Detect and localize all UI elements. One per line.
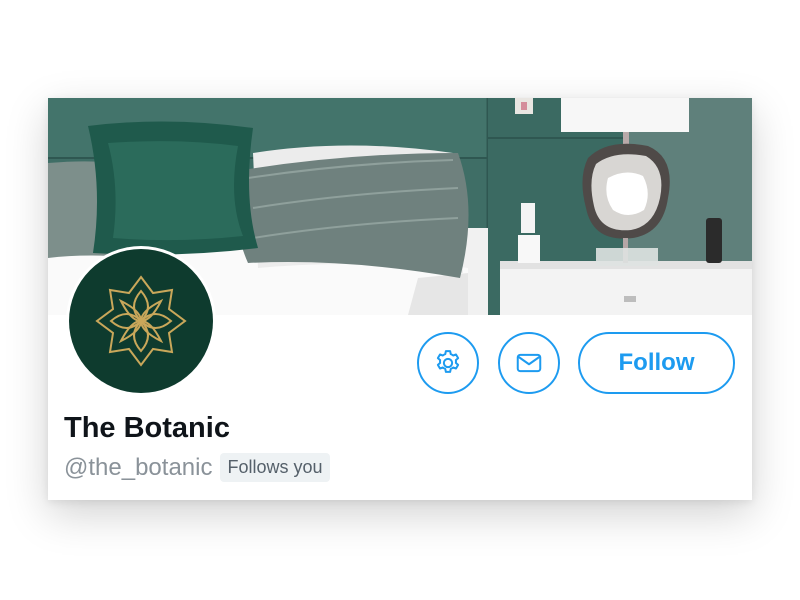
avatar-background <box>69 249 213 393</box>
profile-display-name: The Botanic <box>64 412 230 444</box>
profile-card: Follow The Botanic @the_botanic Follows … <box>48 98 752 500</box>
message-button[interactable] <box>498 332 560 394</box>
envelope-icon <box>516 353 542 373</box>
profile-handle: @the_botanic <box>64 453 213 481</box>
handle-row: @the_botanic Follows you <box>64 453 330 482</box>
page: Follow The Botanic @the_botanic Follows … <box>0 0 800 600</box>
follow-button[interactable]: Follow <box>578 332 735 394</box>
lotus-logo-icon <box>95 275 187 367</box>
settings-button[interactable] <box>417 332 479 394</box>
follows-you-badge: Follows you <box>220 453 330 482</box>
gear-icon <box>436 350 460 373</box>
avatar[interactable] <box>66 246 216 396</box>
